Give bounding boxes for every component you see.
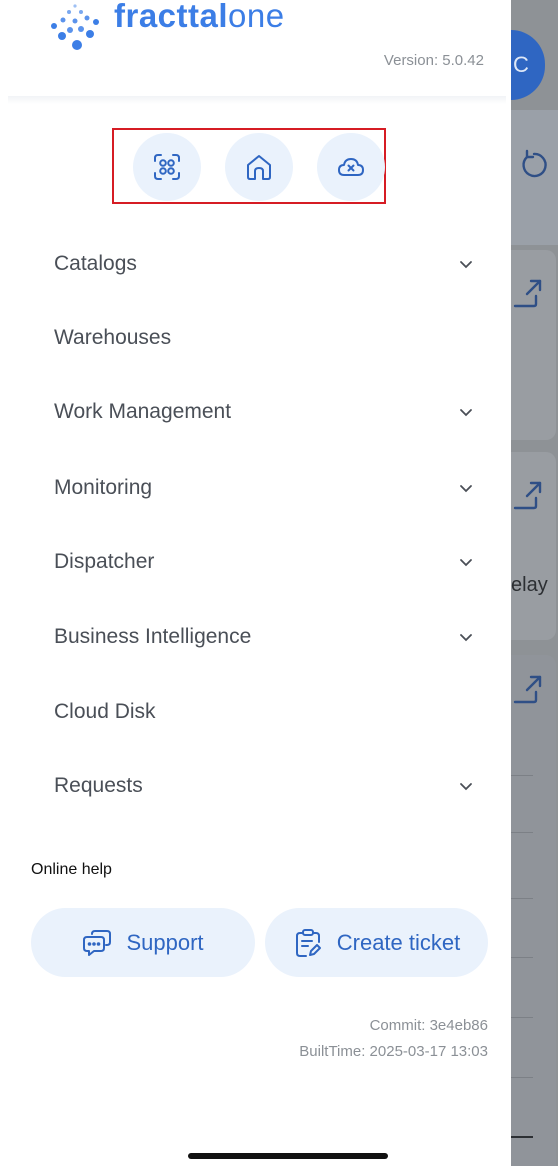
menu-item-label: Warehouses xyxy=(54,326,172,349)
home-button[interactable] xyxy=(225,133,293,201)
menu-item-catalogs[interactable]: Catalogs xyxy=(54,244,474,284)
chevron-down-icon xyxy=(460,409,472,417)
external-link-icon xyxy=(513,481,542,510)
brand-header: fracttalone xyxy=(48,0,285,50)
create-ticket-button-label: Create ticket xyxy=(336,929,461,955)
brand-name-suffix: one xyxy=(228,0,285,34)
menu-item-label: Cloud Disk xyxy=(54,700,156,723)
chevron-down-icon xyxy=(460,783,472,791)
menu-item-label: Business Intelligence xyxy=(54,625,252,648)
clipboard-edit-icon xyxy=(295,928,321,957)
online-help-title: Online help xyxy=(31,861,112,878)
menu-item-monitoring[interactable]: Monitoring xyxy=(54,468,474,508)
background-partial-text: elay xyxy=(511,574,548,596)
chevron-down-icon xyxy=(460,485,472,493)
commit-hash: Commit: 3e4eb86 xyxy=(369,1017,488,1034)
menu-item-label: Requests xyxy=(54,774,143,797)
fracttal-logo-icon xyxy=(51,4,99,50)
brand-name-primary: fracttal xyxy=(114,0,229,34)
support-button-label: Support xyxy=(126,929,204,955)
background-divider xyxy=(511,898,533,899)
brand-name: fracttalone xyxy=(114,0,285,35)
app-version: Version: 5.0.42 xyxy=(383,52,484,69)
menu-item-warehouses[interactable]: Warehouses xyxy=(54,318,474,358)
offline-cloud-button[interactable] xyxy=(317,133,385,201)
build-time: BuiltTime: 2025-03-17 13:03 xyxy=(299,1043,488,1060)
menu-item-business-intelligence[interactable]: Business Intelligence xyxy=(54,617,474,657)
menu-item-dispatcher[interactable]: Dispatcher xyxy=(54,542,474,582)
menu-item-cloud-disk[interactable]: Cloud Disk xyxy=(54,692,474,732)
background-divider xyxy=(511,957,533,958)
menu-item-label: Monitoring xyxy=(54,476,153,499)
menu-item-requests[interactable]: Requests xyxy=(54,766,474,806)
support-button[interactable]: Support xyxy=(31,908,255,977)
background-card xyxy=(511,655,556,1166)
avatar-initial: C xyxy=(513,52,529,77)
chat-bubbles-icon xyxy=(83,929,112,956)
chevron-down-icon xyxy=(460,559,472,567)
background-avatar: C xyxy=(511,30,545,100)
home-icon xyxy=(247,155,271,180)
background-divider xyxy=(511,832,533,833)
scan-icon xyxy=(154,154,180,180)
menu-item-work-management[interactable]: Work Management xyxy=(54,392,474,432)
scan-button[interactable] xyxy=(133,133,201,201)
background-divider xyxy=(511,775,533,776)
background-divider xyxy=(511,1136,533,1138)
create-ticket-button[interactable]: Create ticket xyxy=(265,908,488,977)
chevron-down-icon xyxy=(460,634,472,642)
background-app: C elay xyxy=(511,0,558,1166)
menu-item-label: Work Management xyxy=(54,400,232,423)
external-link-icon xyxy=(513,279,542,308)
menu-item-label: Dispatcher xyxy=(54,550,155,573)
home-indicator[interactable] xyxy=(188,1153,388,1159)
external-link-icon xyxy=(513,675,542,704)
refresh-icon xyxy=(522,149,547,178)
navigation-drawer: fracttalone Version: 5.0.42 Catalogs War… xyxy=(0,0,511,1166)
background-divider xyxy=(511,1017,533,1018)
cloud-off-icon xyxy=(338,158,364,176)
menu-item-label: Catalogs xyxy=(54,252,137,275)
chevron-down-icon xyxy=(460,261,472,269)
background-divider xyxy=(511,1077,533,1078)
header-divider xyxy=(8,96,506,104)
